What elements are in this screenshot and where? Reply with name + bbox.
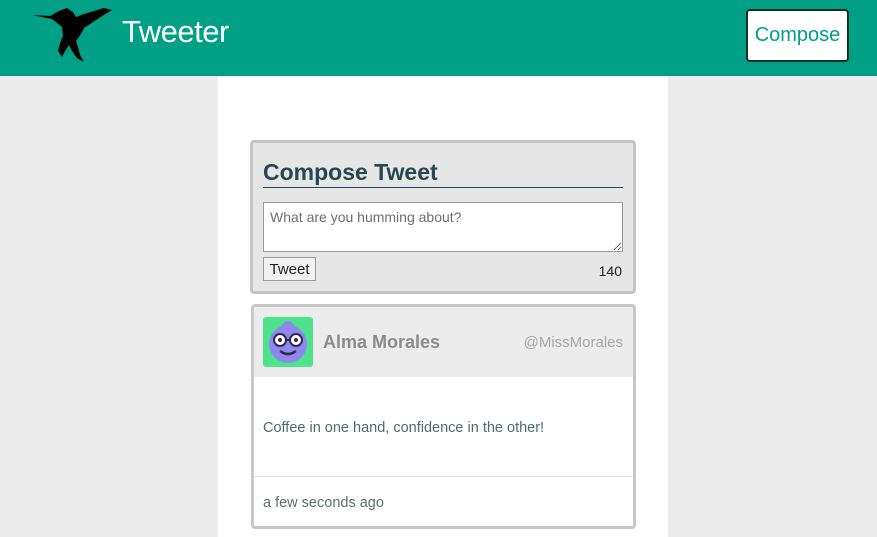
compose-button[interactable]: Compose [746,9,849,62]
hummingbird-icon [32,8,112,62]
tweet-author-name: Alma Morales [323,332,441,352]
tweet-header: Alma Morales @MissMorales [254,307,633,377]
tweet-timestamp: a few seconds ago [263,495,384,511]
char-counter: 140 [598,263,622,279]
tweet-author-handle: @MissMorales [523,334,623,351]
tweet-text: Coffee in one hand, confidence in the ot… [263,420,545,436]
top-navbar: Tweeter Compose [0,0,877,76]
brand-title[interactable]: Tweeter [122,14,229,50]
tweet-input[interactable] [263,202,623,252]
compose-tweet-panel: Compose Tweet Tweet 140 [250,140,636,294]
robot-avatar-icon [263,317,313,367]
tweet-button[interactable]: Tweet [263,257,316,281]
tweet-card: Alma Morales @MissMorales Coffee in one … [251,304,636,529]
tweet-footer-divider [254,476,633,477]
compose-title: Compose Tweet [263,159,623,188]
